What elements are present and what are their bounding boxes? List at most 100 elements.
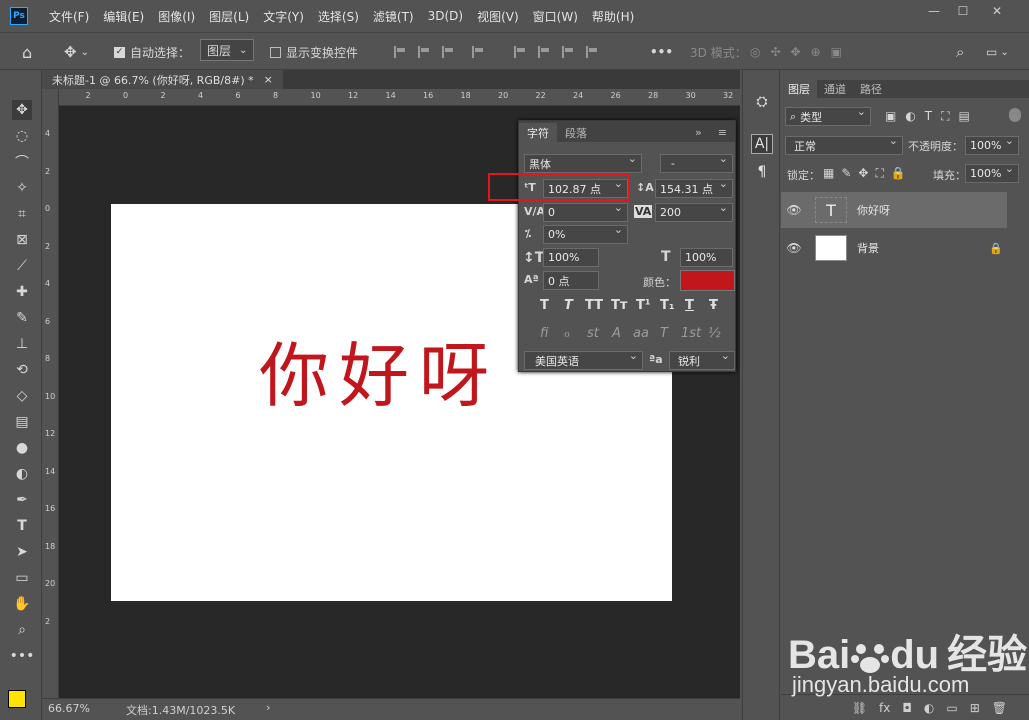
tab-character[interactable]: 字符: [519, 123, 557, 142]
menu-image[interactable]: 图像(I): [151, 8, 202, 25]
faux-bold-button[interactable]: T: [540, 298, 549, 313]
move-tool-icon[interactable]: ✥: [12, 100, 32, 120]
zoom-tool-icon[interactable]: ⌕: [12, 620, 32, 640]
layer-row[interactable]: 👁 背景 🔒: [781, 230, 1007, 266]
dodge-tool-icon[interactable]: ◐: [12, 464, 32, 484]
auto-select-checkbox[interactable]: ✓ 自动选择：: [114, 42, 190, 62]
collapse-icon[interactable]: »: [687, 123, 710, 142]
frame-tool-icon[interactable]: ⊠: [12, 230, 32, 250]
document-tab[interactable]: 未标题-1 @ 66.7% (你好呀, RGB/8#) * ×: [42, 70, 283, 89]
layer-name[interactable]: 你好呀: [857, 202, 890, 218]
tracking-field[interactable]: 200: [655, 201, 733, 222]
ornaments-button[interactable]: T: [660, 326, 668, 341]
healing-tool-icon[interactable]: ✚: [12, 282, 32, 302]
menu-layer[interactable]: 图层(L): [202, 8, 256, 25]
rectangle-tool-icon[interactable]: ▭: [12, 568, 32, 588]
swash-button[interactable]: st: [587, 326, 599, 341]
pen-tool-icon[interactable]: ✒: [12, 490, 32, 510]
transform-controls-checkbox[interactable]: 显示变换控件: [270, 42, 358, 62]
character-panel-icon[interactable]: A|: [751, 134, 773, 154]
align-bottom-icon[interactable]: [562, 46, 574, 58]
gradient-tool-icon[interactable]: ▤: [12, 412, 32, 432]
tab-paths[interactable]: 路径: [853, 80, 889, 98]
lock-icons[interactable]: ▦✎✥⛶🔒: [823, 166, 913, 181]
path-select-tool-icon[interactable]: ➤: [12, 542, 32, 562]
ligatures-button[interactable]: fi: [540, 326, 548, 341]
magic-wand-tool-icon[interactable]: ✧: [12, 178, 32, 198]
blur-tool-icon[interactable]: ●: [12, 438, 32, 458]
menu-window[interactable]: 窗口(W): [526, 8, 585, 25]
hand-tool-icon[interactable]: ✋: [12, 594, 32, 614]
search-icon[interactable]: ⌕: [956, 42, 964, 62]
zoom-level[interactable]: 66.67%: [48, 702, 90, 715]
font-family-select[interactable]: 黑体: [524, 152, 642, 173]
subscript-button[interactable]: T₁: [660, 298, 675, 313]
layer-filter-select[interactable]: ⌕ 类型: [785, 105, 871, 126]
horizontal-scale-field[interactable]: 100%: [680, 248, 733, 267]
menu-filter[interactable]: 滤镜(T): [366, 8, 421, 25]
antialias-select[interactable]: 锐利: [669, 349, 735, 370]
3d-panel-icon[interactable]: ⛭: [751, 92, 773, 112]
menu-edit[interactable]: 编辑(E): [96, 8, 151, 25]
distribute-icon[interactable]: [472, 46, 484, 58]
marquee-tool-icon[interactable]: ◌: [12, 126, 32, 146]
baseline-shift-field[interactable]: 0 点: [543, 271, 599, 290]
opacity-field[interactable]: 100%: [965, 134, 1019, 155]
more-options-button[interactable]: •••: [650, 42, 673, 62]
tab-layers[interactable]: 图层: [781, 80, 817, 98]
foreground-color-swatch[interactable]: [8, 690, 26, 708]
brush-tool-icon[interactable]: ✎: [12, 308, 32, 328]
align-center-icon[interactable]: [418, 46, 430, 58]
stamp-tool-icon[interactable]: ⊥: [12, 334, 32, 354]
move-tool-icon[interactable]: ✥ ⌄: [64, 42, 89, 62]
panel-menu-icon[interactable]: ≡: [710, 123, 735, 142]
filter-toggle[interactable]: [1009, 108, 1021, 122]
kerning-field[interactable]: 0: [543, 201, 628, 222]
align-middle-icon[interactable]: [538, 46, 550, 58]
stylistic-alt-button[interactable]: A: [612, 326, 621, 341]
layer-name[interactable]: 背景: [857, 240, 879, 256]
lasso-tool-icon[interactable]: ⌒: [12, 152, 32, 172]
fractions-button[interactable]: ½: [708, 326, 721, 341]
align-buttons[interactable]: [394, 42, 610, 62]
align-left-icon[interactable]: [394, 46, 406, 58]
fill-field[interactable]: 100%: [965, 162, 1019, 183]
all-caps-button[interactable]: TT: [585, 298, 603, 313]
tab-paragraph[interactable]: 段落: [557, 123, 595, 142]
visibility-eye-icon[interactable]: 👁: [781, 241, 807, 255]
text-color-swatch[interactable]: [680, 270, 735, 291]
visibility-eye-icon[interactable]: 👁: [781, 203, 807, 217]
menu-select[interactable]: 选择(S): [311, 8, 366, 25]
blend-mode-select[interactable]: 正常: [785, 134, 903, 155]
superscript-button[interactable]: T¹: [636, 298, 651, 313]
maximize-button[interactable]: ☐: [946, 0, 980, 22]
menu-view[interactable]: 视图(V): [470, 8, 526, 25]
tab-channels[interactable]: 通道: [817, 80, 853, 98]
layer-filter-icons[interactable]: ▣◐T⛶▤: [885, 109, 979, 124]
language-select[interactable]: 美国英语: [524, 349, 643, 370]
close-button[interactable]: ✕: [980, 0, 1014, 22]
workspace-icon[interactable]: ▭ ⌄: [986, 42, 1009, 62]
type-tool-icon[interactable]: T: [12, 516, 32, 536]
font-style-select[interactable]: -: [660, 152, 733, 173]
menu-3d[interactable]: 3D(D): [421, 9, 470, 23]
tsume-field[interactable]: 0%: [543, 223, 628, 244]
canvas-text-layer[interactable]: 你好呀: [259, 320, 499, 421]
small-caps-button[interactable]: Tт: [611, 298, 627, 313]
faux-italic-button[interactable]: T: [564, 298, 573, 313]
eraser-tool-icon[interactable]: ◇: [12, 386, 32, 406]
leading-field[interactable]: 154.31 点: [655, 177, 733, 198]
layer-row[interactable]: 👁 T 你好呀: [781, 192, 1007, 228]
crop-tool-icon[interactable]: ⌗: [12, 204, 32, 224]
menu-help[interactable]: 帮助(H): [585, 8, 641, 25]
auto-select-dropdown[interactable]: 图层 ⌄: [200, 39, 255, 61]
status-menu-arrow[interactable]: ›: [266, 701, 270, 714]
eyedropper-tool-icon[interactable]: ⟋: [12, 256, 32, 276]
close-tab-icon[interactable]: ×: [264, 73, 273, 86]
align-right-icon[interactable]: [442, 46, 454, 58]
history-brush-tool-icon[interactable]: ⟲: [12, 360, 32, 380]
edit-toolbar-icon[interactable]: •••: [10, 646, 35, 666]
vertical-scale-field[interactable]: 100%: [543, 248, 599, 267]
underline-button[interactable]: T: [685, 298, 694, 313]
menu-file[interactable]: 文件(F): [42, 8, 96, 25]
